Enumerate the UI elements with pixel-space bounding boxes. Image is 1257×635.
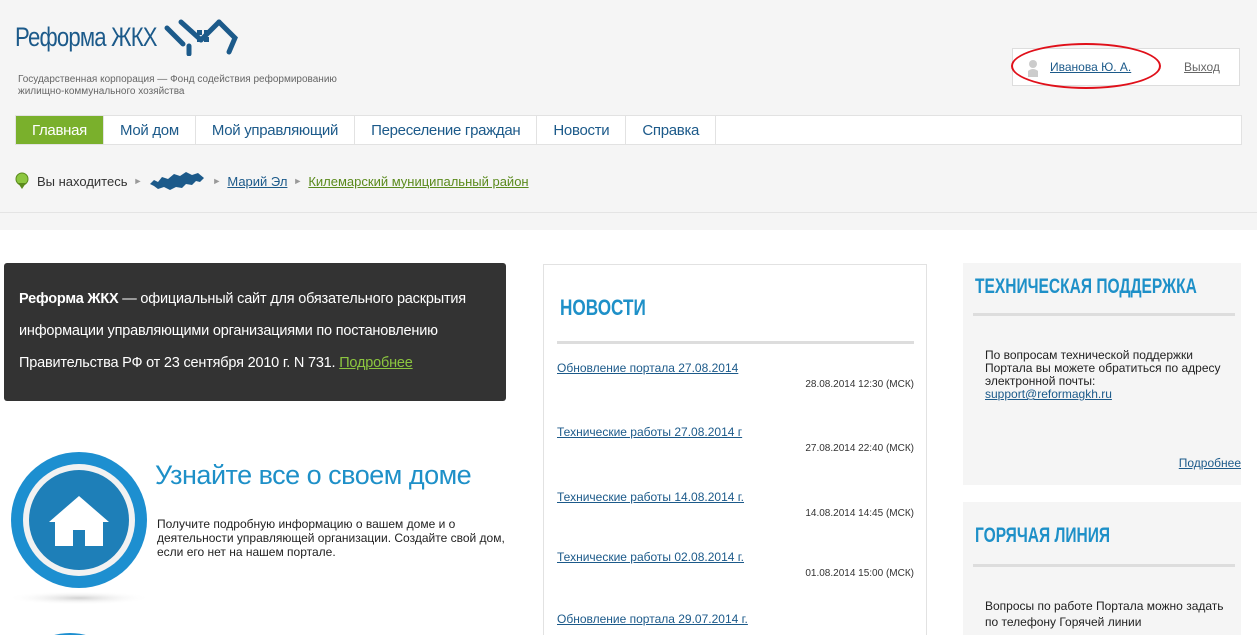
news-item: Технические работы 02.08.2014 г. 01.08.2… [557, 550, 914, 579]
nav-item-main[interactable]: Главная [16, 116, 104, 144]
main-nav: Главная Мой дом Мой управляющий Переселе… [15, 115, 1242, 145]
news-item-link[interactable]: Обновление портала 29.07.2014 г. [557, 612, 748, 626]
house-promo-text: Получите подробную информацию о вашем до… [157, 517, 505, 559]
breadcrumb-district-link[interactable]: Килемарский муниципальный район [308, 174, 528, 189]
site-header: Реформа ЖКХ Государственная корпорация —… [0, 0, 1257, 230]
support-title: ТЕХНИЧЕСКАЯ ПОДДЕРЖКА [975, 275, 1197, 298]
hotline-divider [973, 564, 1235, 567]
highlight-ellipse [1011, 43, 1161, 89]
logo-title: Реформа ЖКХ [15, 22, 158, 52]
about-banner: Реформа ЖКХ — официальный сайт для обяза… [4, 263, 506, 401]
logo-subtitle: Государственная корпорация — Фонд содейс… [18, 74, 337, 97]
breadcrumb: Вы находитесь ► ► Марий Эл ► Килемарский… [15, 170, 529, 192]
news-item-date: 01.08.2014 15:00 (МСК) [805, 568, 914, 579]
second-circle-icon [54, 633, 86, 635]
location-pin-icon [15, 172, 29, 189]
news-item: Обновление портала 29.07.2014 г. [557, 612, 914, 626]
nav-item-help[interactable]: Справка [626, 116, 717, 144]
news-item: Технические работы 27.08.2014 г 27.08.20… [557, 425, 914, 454]
news-item-date: 28.08.2014 12:30 (МСК) [805, 379, 914, 390]
news-item-date: 27.08.2014 22:40 (МСК) [805, 443, 914, 454]
news-divider [557, 341, 914, 344]
house-promo-title[interactable]: Узнайте все о своем доме [155, 460, 472, 491]
user-panel: Иванова Ю. А. Выход [1011, 43, 1240, 89]
nav-item-my-manager[interactable]: Мой управляющий [196, 116, 356, 144]
nav-item-resettlement[interactable]: Переселение граждан [355, 116, 538, 144]
houses-logo-icon [164, 19, 238, 56]
russia-map-icon[interactable] [148, 170, 206, 192]
house-circle-icon[interactable] [5, 448, 153, 606]
news-item: Технические работы 14.08.2014 г. 14.08.2… [557, 490, 914, 519]
breadcrumb-region-link[interactable]: Марий Эл [227, 174, 287, 189]
hotline-panel: ГОРЯЧАЯ ЛИНИЯ Вопросы по работе Портала … [963, 502, 1241, 635]
nav-item-news[interactable]: Новости [537, 116, 627, 144]
news-item-link[interactable]: Технические работы 14.08.2014 г. [557, 490, 744, 504]
about-more-link[interactable]: Подробнее [339, 355, 413, 371]
news-item: Обновление портала 27.08.2014 28.08.2014… [557, 361, 914, 390]
support-panel: ТЕХНИЧЕСКАЯ ПОДДЕРЖКА По вопросам технич… [963, 263, 1241, 485]
news-item-link[interactable]: Обновление портала 27.08.2014 [557, 361, 738, 375]
breadcrumb-arrow-icon: ► [133, 176, 143, 186]
about-brand: Реформа ЖКХ [19, 291, 119, 307]
logout-link[interactable]: Выход [1184, 60, 1220, 74]
support-more-link[interactable]: Подробнее [1179, 456, 1241, 470]
news-item-date: 14.08.2014 14:45 (МСК) [805, 508, 914, 519]
news-item-link[interactable]: Технические работы 27.08.2014 г [557, 425, 742, 439]
hotline-title: ГОРЯЧАЯ ЛИНИЯ [975, 524, 1111, 547]
site-logo[interactable]: Реформа ЖКХ Государственная корпорация —… [15, 19, 337, 97]
support-text: По вопросам технической поддержки Портал… [985, 349, 1225, 401]
header-divider [0, 212, 1257, 230]
hotline-text: Вопросы по работе Портала можно задать п… [985, 599, 1224, 629]
news-panel: НОВОСТИ Обновление портала 27.08.2014 28… [543, 264, 927, 635]
support-body: По вопросам технической поддержки Портал… [985, 348, 1221, 388]
breadcrumb-arrow-icon: ► [212, 176, 222, 186]
breadcrumb-label: Вы находитесь [37, 173, 128, 189]
about-text: Реформа ЖКХ — официальный сайт для обяза… [19, 283, 506, 379]
news-item-link[interactable]: Технические работы 02.08.2014 г. [557, 550, 744, 564]
breadcrumb-arrow-icon: ► [293, 176, 303, 186]
support-email-link[interactable]: support@reformagkh.ru [985, 387, 1112, 401]
nav-item-my-house[interactable]: Мой дом [104, 116, 196, 144]
support-divider [973, 313, 1235, 316]
news-title[interactable]: НОВОСТИ [560, 295, 646, 321]
